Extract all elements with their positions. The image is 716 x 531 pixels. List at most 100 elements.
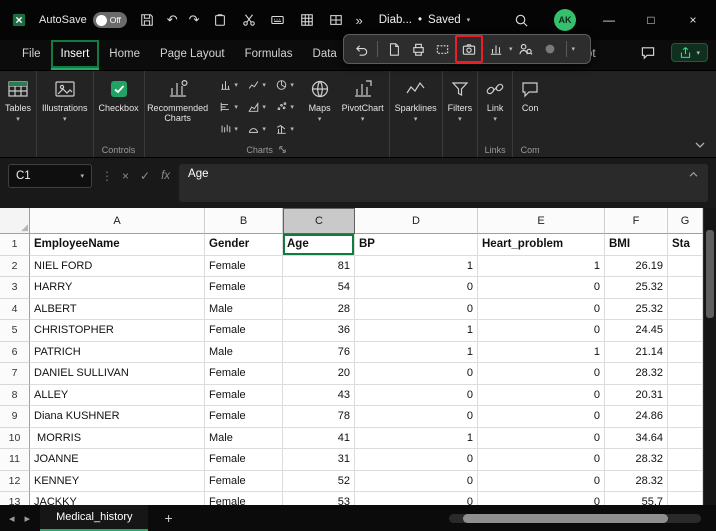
search-icon[interactable] (512, 11, 530, 29)
next-sheet-icon[interactable]: ▸ (25, 512, 31, 525)
row-header-11[interactable]: 11 (0, 449, 30, 471)
column-header-D[interactable]: D (355, 208, 478, 234)
cell-B12[interactable]: Female (205, 470, 283, 492)
cell-E7[interactable]: 0 (478, 363, 605, 385)
cell-A13[interactable]: JACKKY (30, 492, 205, 505)
cell-C8[interactable]: 43 (283, 384, 355, 406)
cell-C4[interactable]: 28 (283, 298, 355, 320)
cell-D1[interactable]: BP (355, 234, 478, 256)
chevron-down-icon[interactable]: ▾ (509, 45, 513, 53)
cell-B1[interactable]: Gender (205, 234, 283, 256)
collapse-ribbon-icon[interactable] (694, 136, 706, 154)
cell-E13[interactable]: 0 (478, 492, 605, 505)
cell-B9[interactable]: Female (205, 406, 283, 428)
cell-A12[interactable]: KENNEY (30, 470, 205, 492)
row-header-7[interactable]: 7 (0, 363, 30, 385)
redo-icon[interactable]: ↷ (189, 12, 200, 28)
cell-D5[interactable]: 1 (355, 320, 478, 342)
share-button[interactable]: ▾ (671, 43, 708, 62)
surface-chart-button[interactable]: ▾ (243, 118, 271, 140)
minimize-button[interactable]: — (600, 13, 618, 27)
close-button[interactable]: × (684, 13, 702, 27)
cell-F8[interactable]: 20.31 (605, 384, 668, 406)
cell-C11[interactable]: 31 (283, 449, 355, 471)
combo-chart-button[interactable]: ▾ (271, 118, 299, 140)
cell-G8[interactable] (668, 384, 703, 406)
row-header-1[interactable]: 1 (0, 234, 30, 256)
cell-C3[interactable]: 54 (283, 277, 355, 299)
row-header-5[interactable]: 5 (0, 320, 30, 342)
row-header-8[interactable]: 8 (0, 384, 30, 406)
cell-E2[interactable]: 1 (478, 255, 605, 277)
cell-E12[interactable]: 0 (478, 470, 605, 492)
cell-F6[interactable]: 21.14 (605, 341, 668, 363)
column-header-C[interactable]: C (283, 208, 355, 234)
cell-C1[interactable]: Age (283, 234, 355, 256)
undo-icon[interactable]: ↶ (167, 12, 178, 28)
cell-D10[interactable]: 1 (355, 427, 478, 449)
tab-page-layout[interactable]: Page Layout (150, 40, 235, 70)
sheet-tab-medical-history[interactable]: Medical_history (40, 505, 149, 531)
cell-G13[interactable] (668, 492, 703, 505)
cell-B10[interactable]: Male (205, 427, 283, 449)
cell-E3[interactable]: 0 (478, 277, 605, 299)
column-chart-button[interactable]: ▾ (215, 74, 243, 96)
recommended-charts-button[interactable]: Recommended Charts (145, 71, 211, 142)
cell-G9[interactable] (668, 406, 703, 428)
dialog-launcher-icon[interactable] (278, 145, 287, 154)
cell-G4[interactable] (668, 298, 703, 320)
cell-B8[interactable]: Female (205, 384, 283, 406)
cell-F2[interactable]: 26.19 (605, 255, 668, 277)
cell-D13[interactable]: 0 (355, 492, 478, 505)
cell-C7[interactable]: 20 (283, 363, 355, 385)
cell-F10[interactable]: 34.64 (605, 427, 668, 449)
illustrations-button[interactable]: Illustrations ▾ (37, 71, 93, 142)
column-header-B[interactable]: B (205, 208, 283, 234)
prev-sheet-icon[interactable]: ◂ (9, 512, 15, 525)
cell-D8[interactable]: 0 (355, 384, 478, 406)
formula-input[interactable]: Age (179, 164, 708, 202)
tab-file[interactable]: File (12, 40, 51, 70)
cell-G12[interactable] (668, 470, 703, 492)
print-icon[interactable] (407, 38, 429, 60)
cell-A5[interactable]: CHRISTOPHER (30, 320, 205, 342)
cell-E8[interactable]: 0 (478, 384, 605, 406)
cell-A7[interactable]: DANIEL SULLIVAN (30, 363, 205, 385)
cell-D2[interactable]: 1 (355, 255, 478, 277)
cell-A6[interactable]: PATRICH (30, 341, 205, 363)
cell-F7[interactable]: 28.32 (605, 363, 668, 385)
more-options-icon[interactable]: ▾ (572, 45, 576, 53)
insert-function-icon[interactable]: fx (161, 170, 170, 182)
undo-icon[interactable] (350, 38, 372, 60)
row-header-10[interactable]: 10 (0, 427, 30, 449)
cell-D12[interactable]: 0 (355, 470, 478, 492)
maximize-button[interactable]: □ (642, 13, 660, 27)
expand-formula-bar-icon[interactable] (688, 169, 699, 181)
formula-bar-handle[interactable]: ⋮ (101, 164, 113, 188)
cell-G7[interactable] (668, 363, 703, 385)
comment-icon[interactable] (639, 44, 657, 62)
cancel-icon[interactable]: × (122, 169, 129, 183)
cell-C12[interactable]: 52 (283, 470, 355, 492)
row-header-6[interactable]: 6 (0, 341, 30, 363)
cell-D4[interactable]: 0 (355, 298, 478, 320)
horizontal-scrollbar[interactable] (449, 513, 701, 523)
cell-B13[interactable]: Female (205, 492, 283, 505)
cell-C9[interactable]: 78 (283, 406, 355, 428)
row-header-4[interactable]: 4 (0, 298, 30, 320)
save-icon[interactable] (138, 11, 156, 29)
cell-A10[interactable]: MORRIS (30, 427, 205, 449)
cell-A9[interactable]: Diana KUSHNER (30, 406, 205, 428)
cell-E5[interactable]: 0 (478, 320, 605, 342)
row-header-12[interactable]: 12 (0, 470, 30, 492)
cell-G10[interactable] (668, 427, 703, 449)
keyboard-icon[interactable] (269, 11, 287, 29)
cell-F3[interactable]: 25.32 (605, 277, 668, 299)
vertical-scrollbar[interactable] (703, 208, 716, 505)
cell-D6[interactable]: 1 (355, 341, 478, 363)
avatar[interactable]: AK (554, 9, 576, 31)
row-header-3[interactable]: 3 (0, 277, 30, 299)
row-header-2[interactable]: 2 (0, 255, 30, 277)
cell-B3[interactable]: Female (205, 277, 283, 299)
cell-B6[interactable]: Male (205, 341, 283, 363)
